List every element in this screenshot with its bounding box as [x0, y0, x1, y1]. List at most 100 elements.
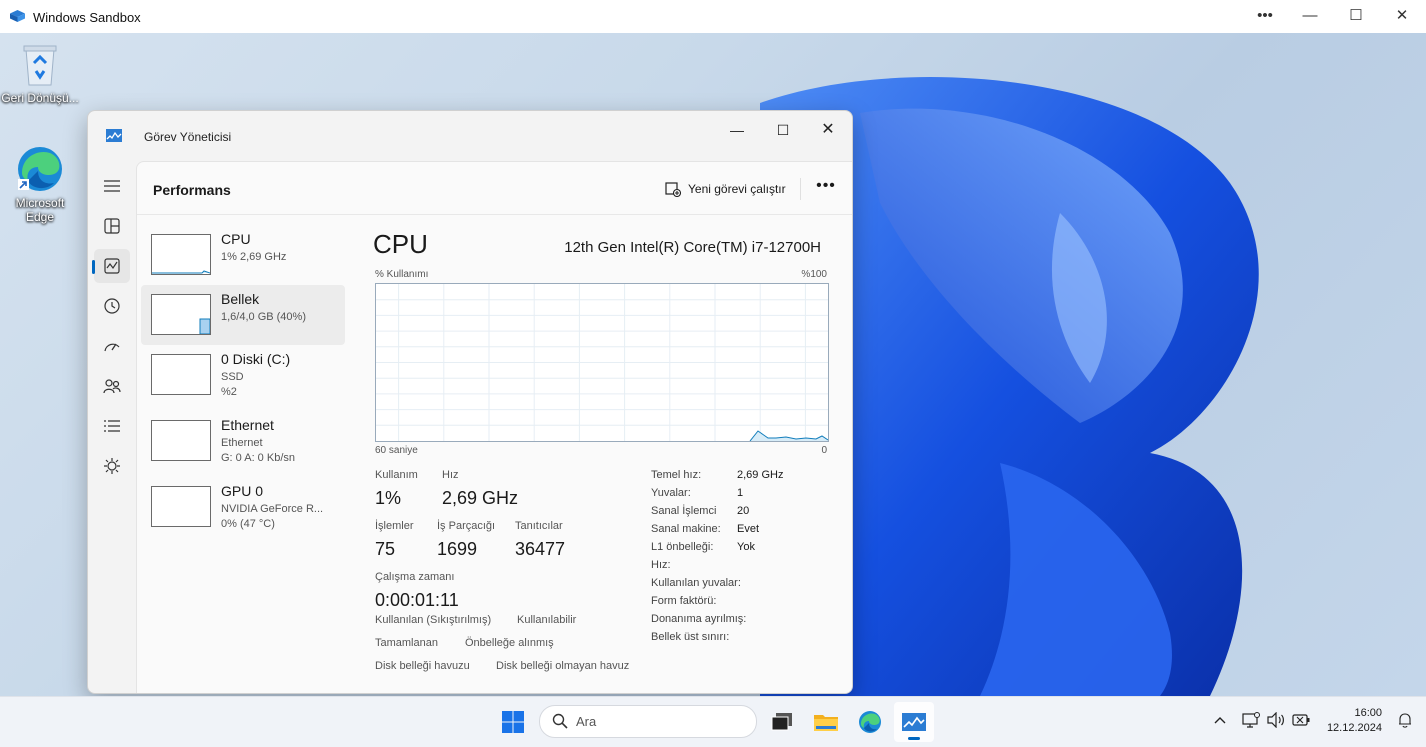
more-options-button[interactable]: ••• [813, 176, 839, 200]
uptime-value: 0:00:01:11 [375, 590, 459, 610]
graph-zero-label: 0 [821, 445, 827, 456]
start-button[interactable] [493, 702, 533, 742]
hamburger-menu-button[interactable] [94, 169, 130, 203]
usage-label: Kullanım [375, 469, 418, 481]
nav-services[interactable] [94, 449, 130, 483]
perf-item-detail: %2 [221, 386, 237, 398]
perf-item-detail: SSD [221, 371, 244, 383]
ethernet-thumbnail [151, 420, 211, 461]
sandbox-titlebar: Windows Sandbox ••• — ☐ ✕ [0, 0, 1426, 34]
spec-key: Yuvalar: [651, 487, 691, 499]
taskbar: Ara 16:00 12.12.2024 [0, 696, 1426, 747]
close-button[interactable]: ✕ [1384, 3, 1420, 29]
taskbar-search[interactable]: Ara [539, 705, 757, 738]
perf-item-name: Bellek [221, 291, 260, 307]
mem-in-use-label: Kullanılan (Sıkıştırılmış) [375, 614, 492, 626]
spec-value: 1 [737, 487, 744, 499]
show-hidden-icons-button[interactable] [1210, 710, 1230, 730]
maximize-button[interactable]: ☐ [1338, 3, 1374, 29]
perf-item-memory[interactable]: Bellek 1,6/4,0 GB (40%) [141, 285, 345, 345]
uptime-label: Çalışma zamanı [375, 571, 455, 583]
task-manager-taskbar-button[interactable] [894, 702, 934, 742]
perf-item-detail: 1,6/4,0 GB (40%) [221, 311, 306, 323]
volume-icon [1267, 712, 1284, 728]
spec-key: Form faktörü: [651, 595, 717, 607]
cpu-detail-panel: CPU 12th Gen Intel(R) Core(TM) i7-12700H… [361, 215, 841, 693]
spec-key: Sanal İşlemci [651, 505, 717, 517]
spec-value: 20 [737, 505, 750, 517]
network-button[interactable] [1240, 710, 1262, 730]
clock-date: 12.12.2024 [1326, 722, 1382, 734]
run-task-label: Yeni görevi çalıştır [688, 182, 786, 196]
spec-key: Temel hız: [651, 469, 702, 481]
cpu-model: 12th Gen Intel(R) Core(TM) i7-12700H [564, 239, 821, 256]
run-new-task-button[interactable]: Yeni görevi çalıştır [665, 178, 786, 200]
desktop-icon-edge[interactable]: Microsoft Edge [1, 145, 79, 224]
services-icon [104, 458, 120, 474]
perf-item-cpu[interactable]: CPU 1% 2,69 GHz [141, 225, 345, 285]
spec-value: 2,69 GHz [737, 469, 784, 481]
mem-non-paged-pool-label: Disk belleği olmayan havuz [496, 660, 630, 672]
perf-item-detail: G: 0 A: 0 Kb/sn [221, 452, 295, 464]
perf-item-name: CPU [221, 231, 251, 247]
mem-available-label: Kullanılabilir [517, 614, 577, 626]
perf-item-name: Ethernet [221, 417, 274, 433]
tm-navigation [88, 161, 136, 693]
performance-page: Performans Yeni görevi çalıştır ••• CPU … [136, 161, 852, 693]
perf-item-disk[interactable]: 0 Diski (C:) SSD %2 [141, 345, 345, 405]
handles-value: 36477 [515, 539, 566, 559]
task-manager-titlebar: Görev Yöneticisi — ☐ ✕ [88, 111, 852, 161]
notifications-button[interactable] [1395, 710, 1415, 730]
nav-app-history[interactable] [94, 289, 130, 323]
detail-title: CPU [373, 229, 428, 259]
perf-item-gpu[interactable]: GPU 0 NVIDIA GeForce R... 0% (47 °C) [141, 477, 345, 537]
task-view-button[interactable] [762, 702, 802, 742]
hamburger-icon [104, 180, 120, 192]
nav-details[interactable] [94, 409, 130, 443]
cpu-usage-graph [375, 283, 829, 442]
perf-item-name: 0 Diski (C:) [221, 351, 291, 367]
nav-performance[interactable] [92, 249, 130, 283]
desktop-icon-label: Microsoft Edge [15, 196, 65, 224]
graph-max-label: %100 [801, 269, 827, 280]
perf-item-ethernet[interactable]: Ethernet Ethernet G: 0 A: 0 Kb/sn [141, 411, 345, 471]
window-title: Windows Sandbox [33, 10, 141, 25]
gpu-thumbnail [151, 486, 211, 527]
volume-button[interactable] [1265, 710, 1287, 730]
desktop-icon-recycle-bin[interactable]: Geri Dönüşü... [1, 43, 79, 105]
spec-key: L1 önbelleği: [651, 541, 714, 553]
task-manager-icon [106, 129, 122, 142]
cpu-thumbnail [151, 234, 211, 275]
clock-time: 16:00 [1354, 707, 1382, 719]
more-options-button[interactable]: ••• [1247, 3, 1283, 29]
tm-close-button[interactable]: ✕ [805, 116, 851, 144]
edge-taskbar-button[interactable] [850, 702, 890, 742]
chevron-up-icon [1214, 717, 1226, 724]
edge-icon [18, 147, 62, 191]
run-task-icon [665, 182, 681, 197]
spec-value: Evet [737, 523, 760, 535]
start-icon [502, 711, 524, 733]
performance-icon [104, 258, 120, 274]
minimize-button[interactable]: — [1292, 3, 1328, 29]
usage-value: 1% [375, 488, 402, 508]
speed-label: Hız [442, 469, 459, 481]
processes-icon [104, 218, 120, 234]
tm-minimize-button[interactable]: — [714, 116, 760, 144]
nav-users[interactable] [94, 369, 130, 403]
nav-startup-apps[interactable] [94, 329, 130, 363]
spec-key: Hız: [651, 559, 671, 571]
edge-icon [859, 711, 881, 733]
network-icon [1242, 712, 1260, 728]
handles-label: Tanıtıcılar [515, 520, 563, 532]
perf-item-detail: 1% 2,69 GHz [221, 251, 287, 263]
taskbar-clock[interactable]: 16:00 12.12.2024 [1320, 706, 1382, 736]
task-manager-window: Görev Yöneticisi — ☐ ✕ Performans Yeni g… [87, 110, 853, 694]
battery-button[interactable] [1290, 710, 1312, 730]
tm-maximize-button[interactable]: ☐ [760, 116, 806, 144]
nav-processes[interactable] [94, 209, 130, 243]
app-history-icon [104, 298, 120, 314]
graph-time-label: 60 saniye [375, 445, 418, 456]
file-explorer-button[interactable] [806, 702, 846, 742]
recycle-bin-icon [23, 45, 57, 86]
